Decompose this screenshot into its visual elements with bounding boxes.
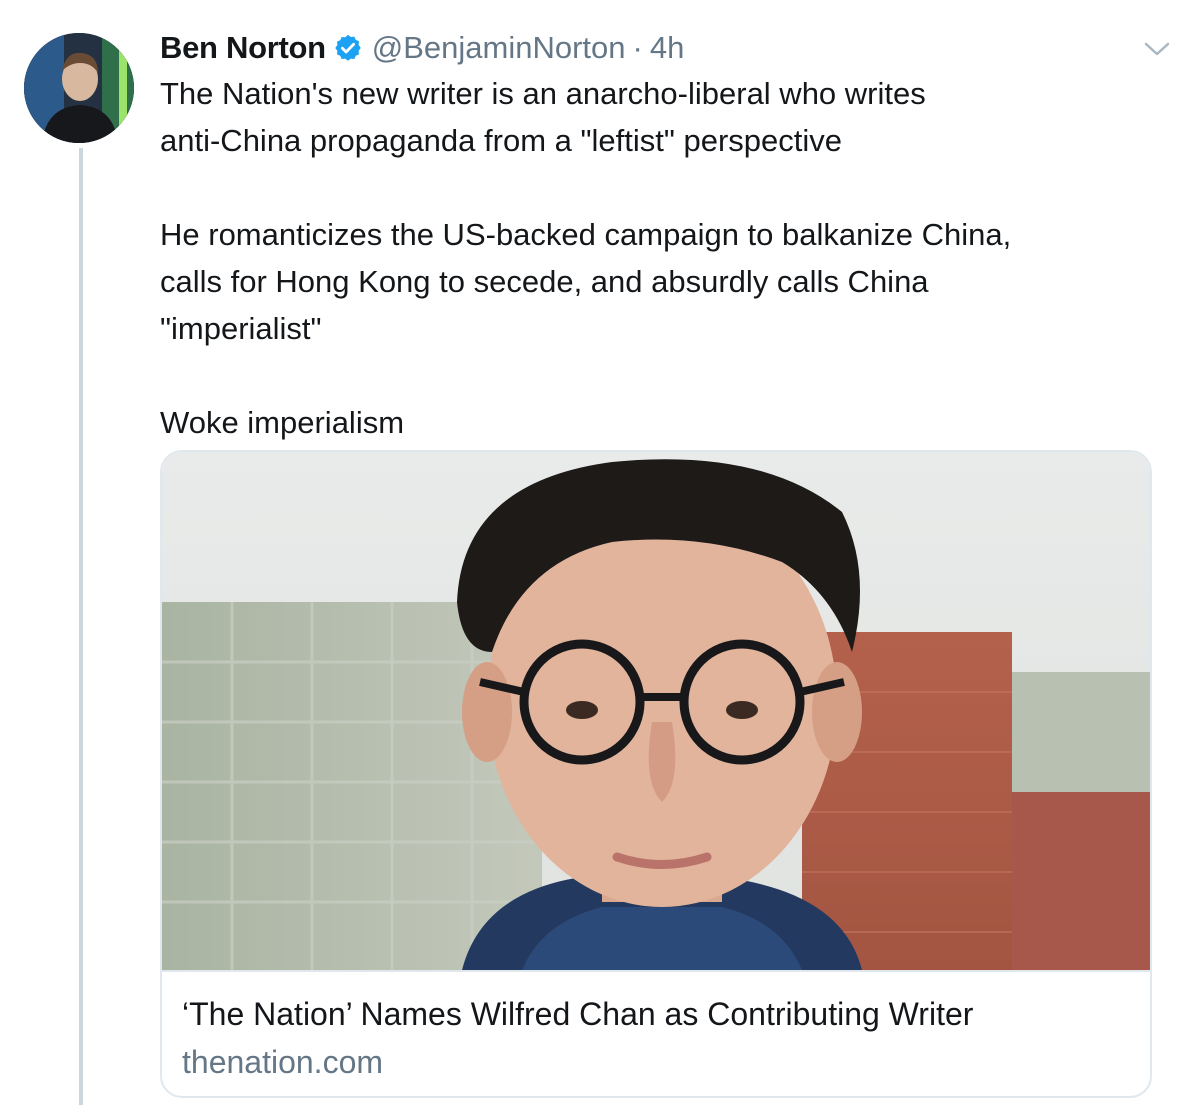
card-image [162,452,1150,970]
tweet-text-line: Woke imperialism [160,405,405,440]
verified-badge-icon [335,34,361,61]
tweet-text-line: The Nation's new writer is an anarcho-li… [160,76,926,111]
tweet-text-line: anti-China propaganda from a "leftist" p… [160,123,842,158]
card-domain[interactable]: thenation.com [182,1044,383,1081]
tweet-timestamp[interactable]: 4h [650,30,684,66]
avatar[interactable] [24,33,134,143]
tweet-body: The Nation's new writer is an anarcho-li… [160,70,1170,446]
avatar-photo [24,33,134,143]
thread-connector-line [79,148,83,1105]
chevron-down-icon[interactable] [1141,36,1173,62]
card-title[interactable]: ‘The Nation’ Names Wilfred Chan as Contr… [182,996,973,1033]
tweet-text-line: calls for Hong Kong to secede, and absur… [160,264,929,299]
author-handle[interactable]: @BenjaminNorton [372,30,626,66]
link-card[interactable]: ‘The Nation’ Names Wilfred Chan as Contr… [160,450,1152,1098]
tweet-text-line: He romanticizes the US-backed campaign t… [160,217,1012,252]
tweet-text-line: "imperialist" [160,311,322,346]
tweet-header: Ben Norton @BenjaminNorton · 4h [160,28,684,68]
header-separator: · [632,30,643,65]
card-body: ‘The Nation’ Names Wilfred Chan as Contr… [162,970,1150,1096]
author-name[interactable]: Ben Norton [160,30,326,66]
